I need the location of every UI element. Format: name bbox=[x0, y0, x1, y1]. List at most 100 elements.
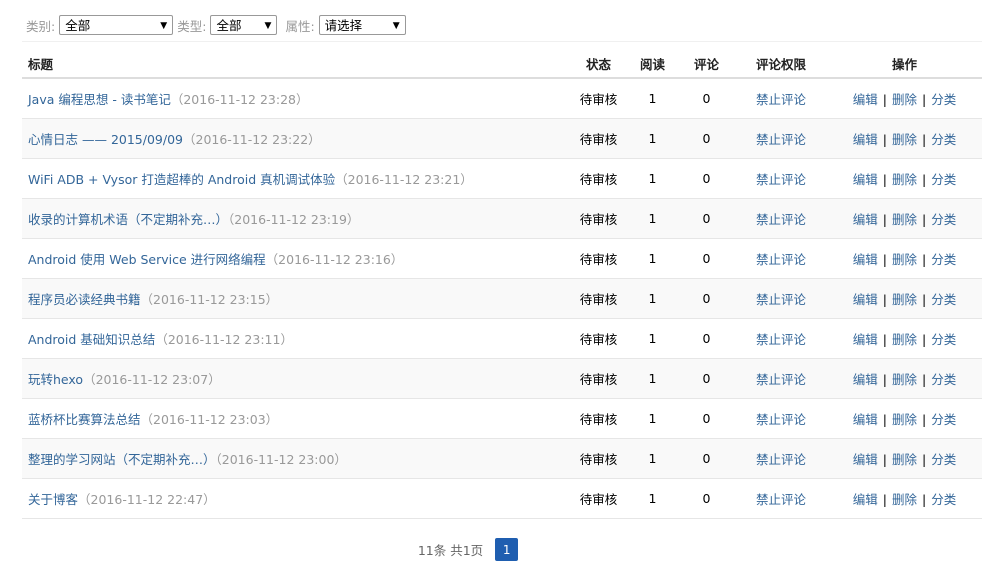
action-separator: | bbox=[922, 292, 927, 307]
category-select-value: 全部 bbox=[65, 18, 91, 33]
status-cell: 待审核 bbox=[570, 478, 627, 519]
comments-cell: 0 bbox=[678, 78, 735, 119]
delete-link[interactable]: 删除 bbox=[892, 332, 917, 347]
delete-link[interactable]: 删除 bbox=[892, 172, 917, 187]
action-separator: | bbox=[922, 372, 927, 387]
delete-link[interactable]: 删除 bbox=[892, 132, 917, 147]
disable-comments-link[interactable]: 禁止评论 bbox=[756, 92, 806, 107]
page-button-current[interactable]: 1 bbox=[495, 538, 519, 561]
article-title-link[interactable]: Android 基础知识总结 bbox=[28, 332, 155, 347]
disable-comments-link[interactable]: 禁止评论 bbox=[756, 452, 806, 467]
category-link[interactable]: 分类 bbox=[931, 492, 956, 507]
reads-cell: 1 bbox=[627, 238, 678, 279]
category-link[interactable]: 分类 bbox=[931, 92, 956, 107]
article-title-link[interactable]: 蓝桥杯比赛算法总结 bbox=[28, 412, 141, 427]
article-title-link[interactable]: WiFi ADB + Vysor 打造超棒的 Android 真机调试体验 bbox=[28, 172, 335, 187]
edit-link[interactable]: 编辑 bbox=[853, 492, 878, 507]
chevron-down-icon: ▼ bbox=[392, 21, 400, 31]
article-title-link[interactable]: 玩转hexo bbox=[28, 372, 83, 387]
actions-cell: 编辑 | 删除 | 分类 bbox=[827, 238, 982, 279]
action-separator: | bbox=[922, 132, 927, 147]
action-separator: | bbox=[922, 172, 927, 187]
delete-link[interactable]: 删除 bbox=[892, 452, 917, 467]
category-link[interactable]: 分类 bbox=[931, 452, 956, 467]
disable-comments-link[interactable]: 禁止评论 bbox=[756, 292, 806, 307]
delete-link[interactable]: 删除 bbox=[892, 252, 917, 267]
action-separator: | bbox=[882, 372, 887, 387]
table-row: 蓝桥杯比赛算法总结（2016-11-12 23:03） 待审核 1 0 禁止评论 编辑 | 删… bbox=[22, 398, 982, 439]
disable-comments-link[interactable]: 禁止评论 bbox=[756, 332, 806, 347]
comments-cell: 0 bbox=[678, 478, 735, 519]
category-link[interactable]: 分类 bbox=[931, 132, 956, 147]
edit-link[interactable]: 编辑 bbox=[853, 212, 878, 227]
edit-link[interactable]: 编辑 bbox=[853, 172, 878, 187]
actions-cell: 编辑 | 删除 | 分类 bbox=[827, 278, 982, 319]
category-link[interactable]: 分类 bbox=[931, 372, 956, 387]
category-link[interactable]: 分类 bbox=[931, 292, 956, 307]
edit-link[interactable]: 编辑 bbox=[853, 452, 878, 467]
actions-cell: 编辑 | 删除 | 分类 bbox=[827, 358, 982, 399]
comments-cell: 0 bbox=[678, 438, 735, 479]
delete-link[interactable]: 删除 bbox=[892, 412, 917, 427]
attribute-select[interactable]: 请选择 ▼ bbox=[318, 15, 406, 35]
edit-link[interactable]: 编辑 bbox=[853, 92, 878, 107]
article-date: （2016-11-12 23:11） bbox=[155, 332, 293, 347]
article-title-link[interactable]: 关于博客 bbox=[28, 492, 78, 507]
category-link[interactable]: 分类 bbox=[931, 332, 956, 347]
article-title-link[interactable]: 整理的学习网站（不定期补充…） bbox=[28, 452, 216, 467]
category-link[interactable]: 分类 bbox=[931, 172, 956, 187]
comments-cell: 0 bbox=[678, 398, 735, 439]
article-title-link[interactable]: Java 编程思想 - 读书笔记 bbox=[28, 92, 171, 107]
delete-link[interactable]: 删除 bbox=[892, 492, 917, 507]
action-separator: | bbox=[922, 412, 927, 427]
disable-comments-link[interactable]: 禁止评论 bbox=[756, 132, 806, 147]
action-separator: | bbox=[882, 172, 887, 187]
disable-comments-link[interactable]: 禁止评论 bbox=[756, 252, 806, 267]
edit-link[interactable]: 编辑 bbox=[853, 132, 878, 147]
category-select[interactable]: 全部 ▼ bbox=[59, 15, 174, 35]
article-date: （2016-11-12 23:00） bbox=[215, 452, 347, 467]
table-row: Android 使用 Web Service 进行网络编程（2016-11-12… bbox=[22, 238, 982, 279]
status-cell: 待审核 bbox=[570, 198, 627, 239]
disable-comments-link[interactable]: 禁止评论 bbox=[756, 492, 806, 507]
comments-cell: 0 bbox=[678, 158, 735, 199]
status-cell: 待审核 bbox=[570, 238, 627, 279]
delete-link[interactable]: 删除 bbox=[892, 92, 917, 107]
type-select[interactable]: 全部 ▼ bbox=[210, 15, 278, 35]
delete-link[interactable]: 删除 bbox=[892, 372, 917, 387]
edit-link[interactable]: 编辑 bbox=[853, 332, 878, 347]
edit-link[interactable]: 编辑 bbox=[853, 292, 878, 307]
edit-link[interactable]: 编辑 bbox=[853, 412, 878, 427]
delete-link[interactable]: 删除 bbox=[892, 212, 917, 227]
table-row: 程序员必读经典书籍（2016-11-12 23:15） 待审核 1 0 禁止评论 编辑 | 删… bbox=[22, 278, 982, 319]
title-cell: 程序员必读经典书籍（2016-11-12 23:15） bbox=[22, 278, 570, 319]
delete-link[interactable]: 删除 bbox=[892, 292, 917, 307]
category-link[interactable]: 分类 bbox=[931, 412, 956, 427]
article-table: 标题 状态 阅读 评论 评论权限 操作 Java 编程思想 - 读书笔记（201… bbox=[22, 50, 982, 519]
status-cell: 待审核 bbox=[570, 398, 627, 439]
article-date: （2016-11-12 22:47） bbox=[78, 492, 216, 507]
edit-link[interactable]: 编辑 bbox=[853, 252, 878, 267]
category-link[interactable]: 分类 bbox=[931, 212, 956, 227]
article-title-link[interactable]: 收录的计算机术语（不定期补充…） bbox=[28, 212, 228, 227]
disable-comments-link[interactable]: 禁止评论 bbox=[756, 212, 806, 227]
permission-cell: 禁止评论 bbox=[735, 318, 827, 359]
action-separator: | bbox=[882, 252, 887, 267]
filter-divider bbox=[22, 41, 982, 42]
table-row: WiFi ADB + Vysor 打造超棒的 Android 真机调试体验（20… bbox=[22, 158, 982, 199]
column-header-title: 标题 bbox=[22, 50, 570, 79]
article-date: （2016-11-12 23:15） bbox=[140, 292, 279, 307]
disable-comments-link[interactable]: 禁止评论 bbox=[756, 172, 806, 187]
action-separator: | bbox=[882, 212, 887, 227]
title-cell: 整理的学习网站（不定期补充…）（2016-11-12 23:00） bbox=[22, 438, 570, 479]
article-title-link[interactable]: Android 使用 Web Service 进行网络编程 bbox=[28, 252, 266, 267]
table-row: 心情日志 —— 2015/09/09（2016-11-12 23:22） 待审核 1… bbox=[22, 118, 982, 159]
edit-link[interactable]: 编辑 bbox=[853, 372, 878, 387]
status-cell: 待审核 bbox=[570, 318, 627, 359]
article-title-link[interactable]: 心情日志 —— 2015/09/09 bbox=[28, 132, 183, 147]
disable-comments-link[interactable]: 禁止评论 bbox=[756, 412, 806, 427]
article-title-link[interactable]: 程序员必读经典书籍 bbox=[28, 292, 141, 307]
category-link[interactable]: 分类 bbox=[931, 252, 956, 267]
disable-comments-link[interactable]: 禁止评论 bbox=[756, 372, 806, 387]
reads-cell: 1 bbox=[627, 118, 678, 159]
